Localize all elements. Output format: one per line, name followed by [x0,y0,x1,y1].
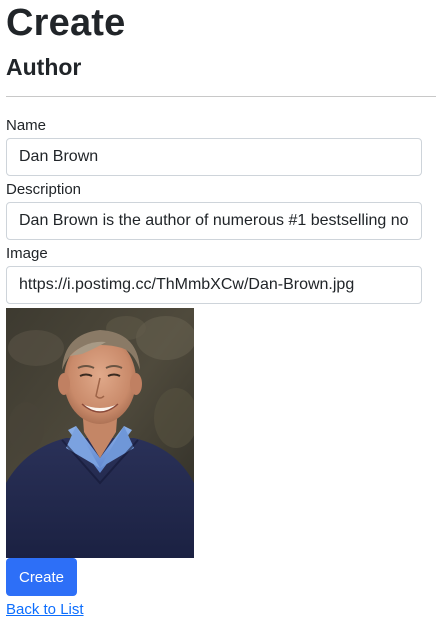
back-to-list-link[interactable]: Back to List [6,600,84,620]
author-photo [6,308,194,558]
page-subtitle: Author [6,54,82,80]
description-input[interactable] [6,202,422,240]
name-input[interactable] [6,138,422,176]
image-label: Image [6,245,48,262]
create-author-page: Create Author Name Description Image [6,0,436,620]
image-field-group: Image [6,244,430,304]
description-label: Description [6,181,82,198]
description-field-group: Description [6,180,430,240]
name-label: Name [6,117,47,134]
create-button[interactable]: Create [6,558,77,596]
page-title: Create [6,2,126,44]
divider [6,96,436,97]
name-field-group: Name [6,116,430,176]
author-form: Name Description Image [6,116,430,596]
image-url-input[interactable] [6,266,422,304]
